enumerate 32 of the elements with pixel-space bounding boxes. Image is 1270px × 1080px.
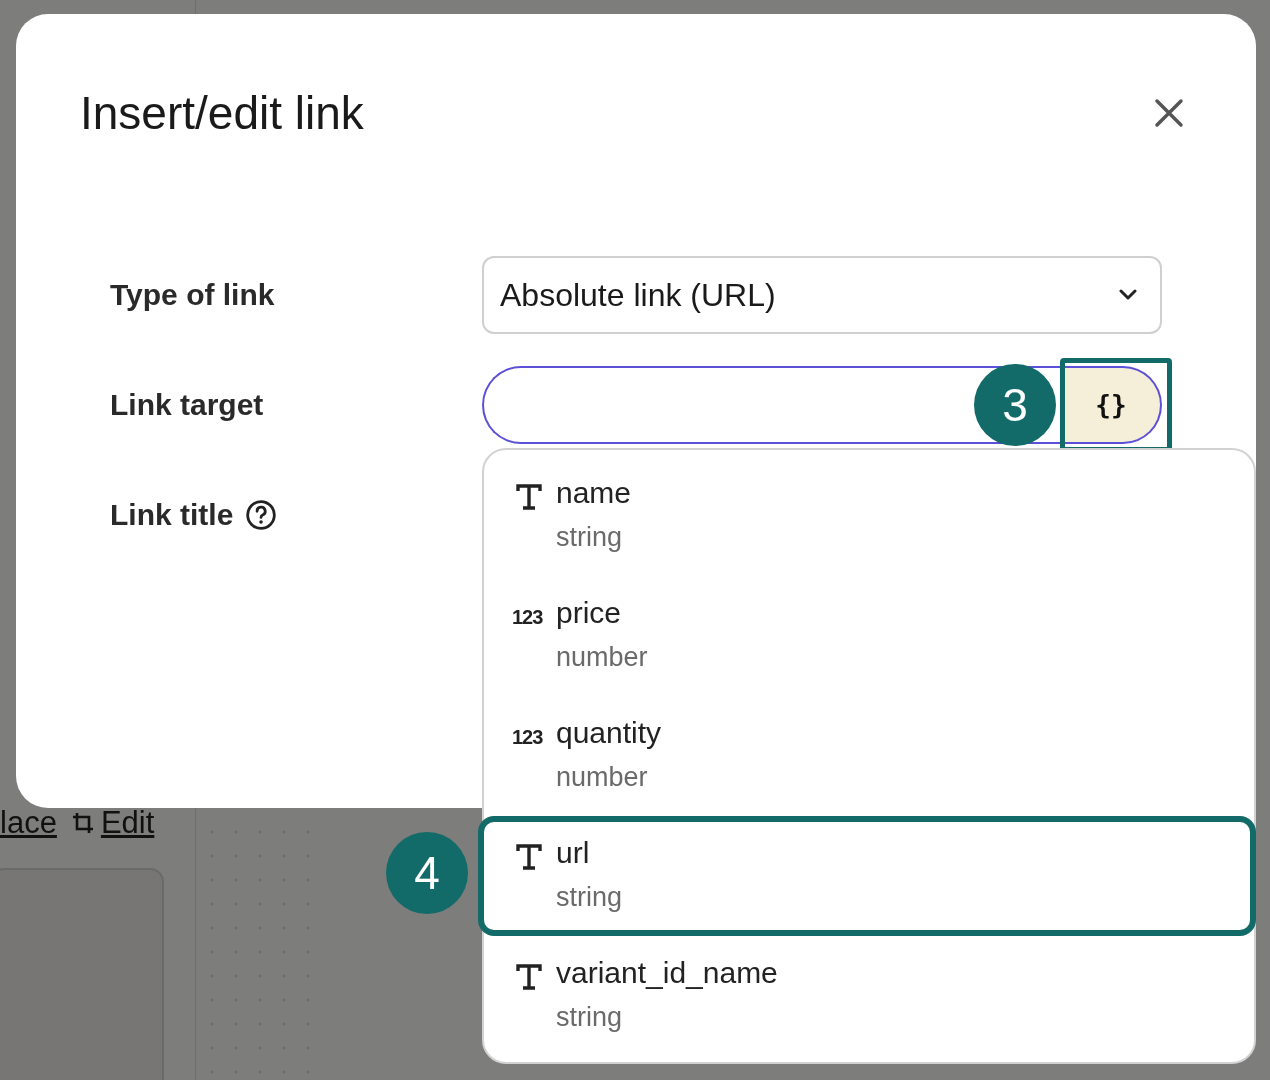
number-type-icon: 123 [512, 606, 548, 629]
field-label: Link target [110, 388, 264, 422]
variable-name: url [556, 836, 591, 870]
text-type-icon [516, 844, 542, 870]
step-badge: 4 [386, 832, 468, 914]
variable-type: string [556, 522, 624, 553]
variable-option[interactable]: url string [478, 816, 1256, 936]
link[interactable]: lace [0, 804, 57, 842]
variable-name: price [556, 596, 623, 630]
variable-name: quantity [556, 716, 662, 750]
help-icon [245, 499, 278, 531]
link-type-select[interactable]: Absolute link (URL) [482, 256, 1162, 334]
dialog-title: Insert/edit link [80, 86, 364, 140]
variable-type: number [556, 642, 648, 673]
chevron-down-icon [1118, 289, 1138, 301]
text-type-icon [516, 964, 542, 990]
variable-name: variant_id_name [556, 956, 778, 990]
close-icon[interactable] [1154, 98, 1184, 128]
variable-option[interactable]: name string [478, 456, 1256, 576]
variable-type: string [556, 1002, 624, 1033]
crop-icon [70, 811, 95, 835]
number-type-icon: 123 [512, 726, 548, 749]
field-label: Link title [110, 498, 234, 532]
variable-option[interactable]: variant_id_name string [478, 936, 1256, 1056]
variable-name: name [556, 476, 632, 510]
field-label: Type of link [110, 278, 275, 312]
variable-option[interactable]: 123 price number [478, 576, 1256, 696]
variable-type: string [556, 882, 623, 913]
text-type-icon [516, 484, 542, 510]
link[interactable]: Edit [100, 804, 155, 842]
variable-type: number [556, 762, 649, 793]
variable-option[interactable]: 123 quantity number [478, 696, 1256, 816]
